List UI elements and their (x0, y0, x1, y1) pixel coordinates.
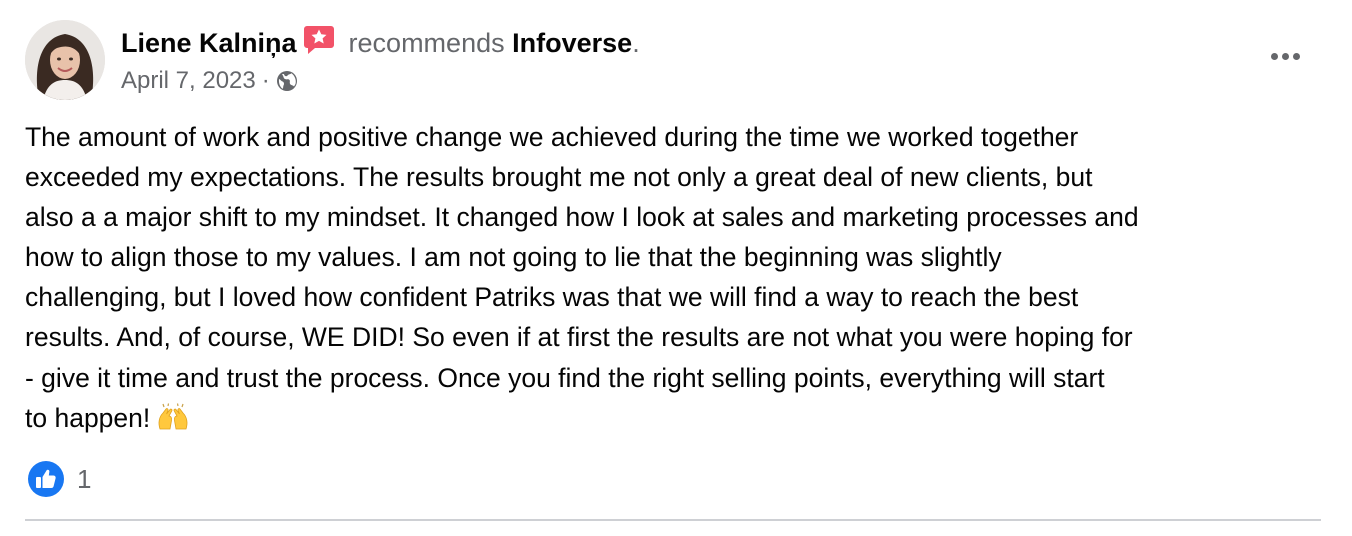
divider (25, 519, 1321, 521)
like-icon (27, 460, 65, 498)
raising-hands-emoji (156, 402, 190, 430)
post-date-link[interactable]: April 7, 2023 (121, 67, 256, 94)
post-body-line: to happen! (25, 402, 151, 433)
post-body: The amount of work and positive change w… (25, 117, 1325, 438)
post-body-line: results. And, of course, WE DID! So even… (25, 322, 1133, 353)
recommends-label: recommends (348, 28, 505, 58)
post-body-line: how to align those to my values. I am no… (25, 242, 1002, 273)
post-header: Liene Kalniņa recommends Infoverse. (121, 24, 640, 60)
more-options-button[interactable] (1262, 38, 1308, 74)
post-body-line: challenging, but I loved how confident P… (25, 282, 1079, 313)
reaction-count: 1 (77, 463, 92, 494)
globe-icon[interactable] (276, 70, 298, 92)
avatar[interactable] (25, 20, 105, 100)
post-body-line: The amount of work and positive change w… (25, 122, 1079, 152)
recommendation-post: Liene Kalniņa recommends Infoverse. Apri… (0, 0, 1352, 536)
more-horizontal-icon (1270, 52, 1300, 60)
post-body-line: - give it time and trust the process. On… (25, 362, 1105, 393)
post-body-last-line: to happen! (25, 398, 1325, 438)
header-period: . (632, 28, 640, 58)
post-body-line: also a a major shift to my mindset. It c… (25, 202, 1139, 233)
author-name-link[interactable]: Liene Kalniņa (121, 28, 297, 58)
recommendation-star-icon (303, 24, 335, 56)
post-body-line: exceeded my expectations. The results br… (25, 162, 1093, 193)
page-name-link[interactable]: Infoverse (512, 28, 632, 58)
meta-separator: · (261, 67, 270, 94)
post-meta: April 7, 2023 · (121, 66, 298, 96)
reactions-summary[interactable]: 1 (27, 459, 91, 499)
